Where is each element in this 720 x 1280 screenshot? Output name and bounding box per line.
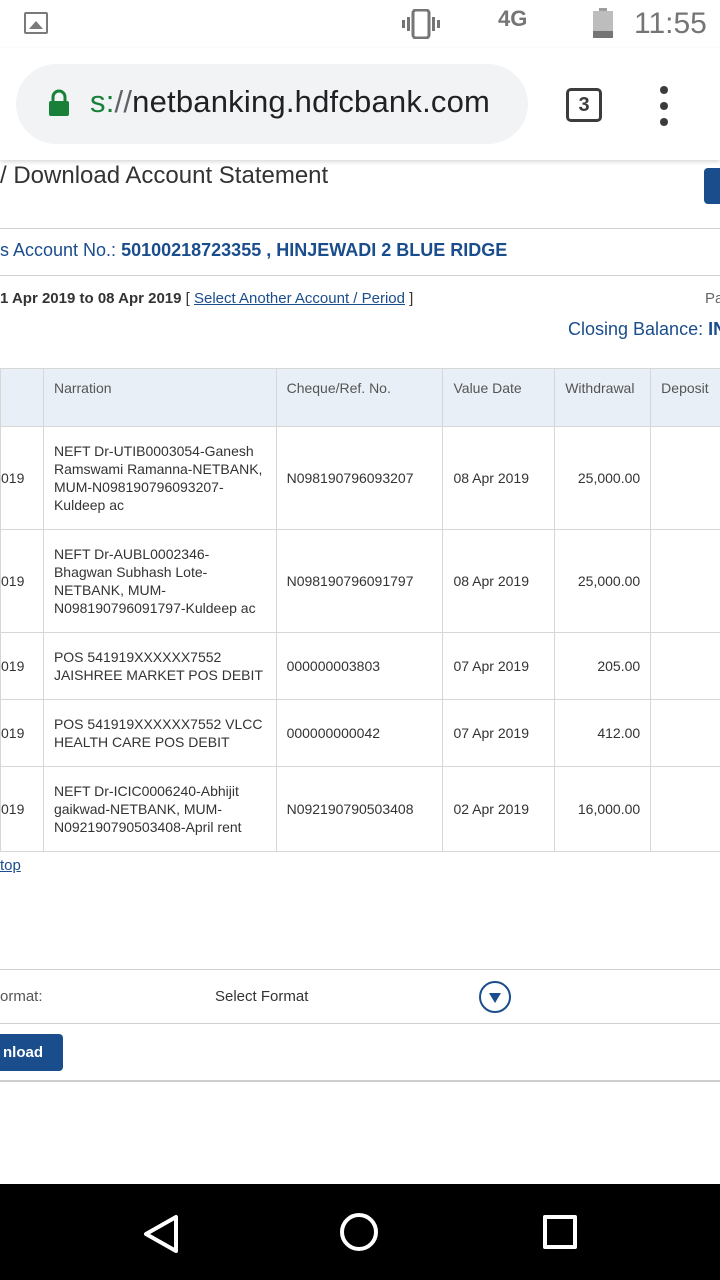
cell-date: 019	[0, 529, 44, 633]
col-header-narration: Narration	[42, 368, 277, 427]
page-title: / Download Account Statement	[0, 162, 329, 189]
table-header-row: Narration Cheque/Ref. No. Value Date Wit…	[0, 368, 720, 427]
divider	[0, 969, 720, 970]
network-type: 4G	[498, 6, 528, 31]
cell-value-date: 08 Apr 2019	[442, 529, 556, 633]
cell-value-date: 07 Apr 2019	[442, 699, 556, 767]
cell-narration: POS 541919XXXXXX7552 VLCC HEALTH CARE PO…	[42, 699, 277, 767]
cell-deposit	[650, 699, 720, 767]
cell-ref: N092190790503408	[275, 766, 444, 852]
select-another-account-link[interactable]: Select Another Account / Period	[194, 290, 405, 307]
cell-ref: N098190796093207	[275, 426, 444, 530]
image-icon	[24, 12, 48, 34]
printer-icon[interactable]	[704, 168, 720, 204]
cell-withdrawal: 412.00	[554, 699, 652, 767]
cell-ref: N098190796091797	[275, 529, 444, 633]
format-select[interactable]: Select Format	[215, 988, 308, 1005]
cell-ref: 000000003803	[275, 632, 444, 700]
status-bar: 4G 11:55	[0, 0, 720, 48]
table-row: 019 NEFT Dr-ICIC0006240-Abhijit gaikwad-…	[0, 766, 720, 852]
page-content: / Download Account Statement s Account N…	[0, 160, 720, 1184]
cell-deposit	[650, 766, 720, 852]
back-to-top-link[interactable]: top	[0, 857, 21, 874]
url-text: s://netbanking.hdfcbank.com	[90, 84, 491, 119]
cell-withdrawal: 25,000.00	[554, 426, 652, 530]
more-vert-icon[interactable]	[652, 86, 676, 126]
cell-date: 019	[0, 699, 44, 767]
cell-narration: POS 541919XXXXXX7552 JAISHREE MARKET POS…	[42, 632, 277, 700]
statement-period: 1 Apr 2019 to 08 Apr 2019 [ Select Anoth…	[0, 290, 414, 307]
system-nav-bar	[0, 1184, 720, 1280]
cell-value-date: 02 Apr 2019	[442, 766, 556, 852]
table-row: 019 POS 541919XXXXXX7552 VLCC HEALTH CAR…	[0, 699, 720, 767]
tab-switcher-button[interactable]: 3	[566, 88, 602, 122]
vibrate-icon	[402, 9, 440, 39]
address-bar[interactable]: s://netbanking.hdfcbank.com	[16, 64, 528, 144]
clock: 11:55	[634, 7, 707, 40]
download-button[interactable]: nload	[0, 1034, 63, 1071]
cell-date: 019	[0, 766, 44, 852]
divider	[0, 1080, 720, 1082]
cell-value-date: 08 Apr 2019	[442, 426, 556, 530]
cell-withdrawal: 205.00	[554, 632, 652, 700]
table-row: 019 NEFT Dr-AUBL0002346-Bhagwan Subhash …	[0, 529, 720, 633]
cell-narration: NEFT Dr-UTIB0003054-Ganesh Ramswami Rama…	[42, 426, 277, 530]
table-row: 019 NEFT Dr-UTIB0003054-Ganesh Ramswami …	[0, 426, 720, 530]
home-icon[interactable]	[340, 1213, 378, 1251]
battery-icon	[593, 8, 613, 38]
table-row: 019 POS 541919XXXXXX7552 JAISHREE MARKET…	[0, 632, 720, 700]
col-header-ref: Cheque/Ref. No.	[275, 368, 444, 427]
divider	[0, 275, 720, 276]
cell-date: 019	[0, 426, 44, 530]
divider	[0, 228, 720, 229]
recent-apps-icon[interactable]	[543, 1215, 577, 1249]
format-label: ormat:	[0, 988, 43, 1005]
page-info-clipped: Pa	[705, 290, 720, 307]
cell-value-date: 07 Apr 2019	[442, 632, 556, 700]
cell-deposit	[650, 529, 720, 633]
back-icon[interactable]	[142, 1214, 182, 1254]
account-info: s Account No.: 50100218723355 , HINJEWAD…	[0, 240, 508, 260]
cell-date: 019	[0, 632, 44, 700]
statement-table: Narration Cheque/Ref. No. Value Date Wit…	[0, 368, 720, 852]
cell-ref: 000000000042	[275, 699, 444, 767]
cell-narration: NEFT Dr-ICIC0006240-Abhijit gaikwad-NETB…	[42, 766, 277, 852]
cell-withdrawal: 25,000.00	[554, 529, 652, 633]
divider	[0, 1023, 720, 1024]
chevron-down-circle-icon[interactable]	[479, 981, 511, 1013]
cell-deposit	[650, 426, 720, 530]
closing-balance: Closing Balance: IN	[568, 319, 720, 339]
cell-narration: NEFT Dr-AUBL0002346-Bhagwan Subhash Lote…	[42, 529, 277, 633]
col-header-withdrawal: Withdrawal	[554, 368, 652, 427]
browser-toolbar: s://netbanking.hdfcbank.com 3	[0, 48, 720, 160]
lock-icon	[49, 89, 69, 116]
cell-deposit	[650, 632, 720, 700]
cell-withdrawal: 16,000.00	[554, 766, 652, 852]
col-header-date	[0, 368, 44, 427]
col-header-deposit: Deposit	[650, 368, 720, 427]
col-header-value-date: Value Date	[442, 368, 556, 427]
